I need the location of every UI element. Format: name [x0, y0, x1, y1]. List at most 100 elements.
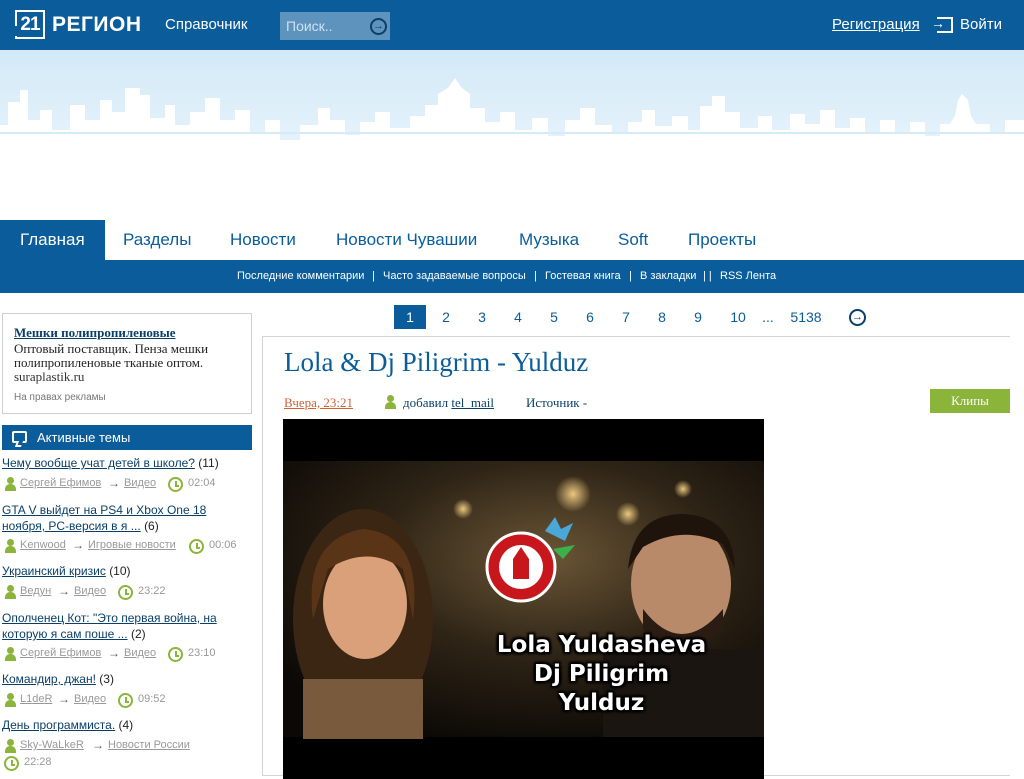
topic-title[interactable]: День программиста. — [2, 718, 115, 732]
arrow-icon: → — [58, 584, 70, 598]
topic-time: 09:52 — [138, 693, 166, 705]
topic-item: GTA V выйдет на PS4 и Xbox One 18 ноября… — [2, 502, 252, 534]
topic-meta: Сергей Ефимов → Видео 02:04 — [2, 476, 252, 492]
topic-count: (11) — [198, 456, 219, 470]
topic-time: 23:22 — [138, 585, 166, 597]
nav-item-music[interactable]: Музыка — [519, 220, 579, 260]
page-link[interactable]: 5 — [546, 305, 562, 329]
logo-number: 21 — [14, 10, 45, 39]
main-navigation: Главная Разделы Новости Новости Чувашии … — [0, 220, 1024, 260]
topic-section[interactable]: Игровые новости — [88, 539, 176, 551]
category-badge[interactable]: Клипы — [930, 389, 1010, 413]
ad-text: Оптовый поставщик. Пенза мешки полипропи… — [14, 341, 209, 370]
subnav-faq[interactable]: Часто задаваемые вопросы — [383, 270, 526, 282]
nav-item-projects[interactable]: Проекты — [688, 220, 756, 260]
topic-user[interactable]: Сергей Ефимов — [20, 647, 101, 659]
video-caption-line: Lola Yuldasheva — [496, 632, 707, 658]
clock-icon — [4, 756, 19, 771]
arrow-right-circle-icon[interactable]: → — [849, 309, 866, 326]
topic-item: День программиста. (4) — [2, 718, 252, 732]
clock-icon — [118, 585, 133, 600]
topic-section[interactable]: Видео — [124, 477, 156, 489]
topic-title[interactable]: Ополченец Кот: "Это первая война, на кот… — [2, 611, 217, 641]
arrow-right-circle-icon[interactable]: → — [370, 18, 387, 35]
page-link[interactable]: 8 — [654, 305, 670, 329]
chat-bubble-icon — [12, 431, 27, 443]
article-title[interactable]: Lola & Dj Piligrim - Yulduz — [284, 347, 588, 378]
city-skyline-illustration — [0, 50, 1024, 220]
sign-in-icon — [931, 15, 953, 33]
nav-item-news[interactable]: Новости — [230, 220, 296, 260]
topic-count: (3) — [99, 672, 114, 686]
topic-user[interactable]: Sky-WaLkeR — [20, 739, 84, 751]
active-topics-header: Активные темы — [2, 425, 252, 450]
subnav-guestbook[interactable]: Гостевая книга — [545, 270, 621, 282]
subnav-rss[interactable]: RSS Лента — [720, 270, 776, 282]
topic-user[interactable]: Ведун — [20, 585, 51, 597]
article-source: Источник - — [526, 395, 588, 410]
topic-section[interactable]: Видео — [74, 693, 106, 705]
video-frame-illustration — [283, 419, 764, 779]
nav-item-soft[interactable]: Soft — [618, 220, 648, 260]
topic-user[interactable]: Сергей Ефимов — [20, 477, 101, 489]
topic-section[interactable]: Видео — [124, 647, 156, 659]
search-box: → — [280, 12, 390, 40]
topic-title[interactable]: Украинский кризис — [2, 564, 106, 578]
site-logo[interactable]: 21 РЕГИОН — [14, 10, 142, 39]
topic-user[interactable]: L1deR — [20, 693, 52, 705]
user-icon — [4, 647, 17, 661]
arrow-icon: → — [108, 476, 120, 490]
topic-section[interactable]: Видео — [74, 585, 106, 597]
user-icon — [4, 739, 17, 753]
topic-title[interactable]: GTA V выйдет на PS4 и Xbox One 18 ноября… — [2, 503, 206, 533]
page-link-last[interactable]: 5138 — [788, 305, 824, 329]
topic-time: 02:04 — [188, 477, 216, 489]
ad-title[interactable]: Мешки полипропиленовые — [14, 325, 240, 341]
topic-item: Чему вообще учат детей в школе? (11) — [2, 456, 252, 470]
register-link[interactable]: Регистрация — [832, 16, 920, 33]
clock-icon — [168, 647, 183, 662]
page-link[interactable]: 6 — [582, 305, 598, 329]
topic-time: 22:28 — [24, 756, 52, 768]
page-link[interactable]: 10 — [728, 305, 748, 329]
topic-count: (10) — [109, 564, 131, 578]
video-thumbnail[interactable]: Lola Yuldasheva Dj Piligrim Yulduz — [283, 419, 764, 779]
directory-link[interactable]: Справочник — [165, 16, 248, 33]
page-link[interactable]: 7 — [618, 305, 634, 329]
author-link[interactable]: tel_mail — [451, 395, 494, 410]
subnav-latest-comments[interactable]: Последние комментарии — [237, 270, 364, 282]
clock-icon — [168, 477, 183, 492]
topic-meta: Сергей Ефимов → Видео 23:10 — [2, 646, 252, 662]
nav-item-sections[interactable]: Разделы — [123, 220, 191, 260]
page-link[interactable]: 4 — [510, 305, 526, 329]
added-by-label: добавил — [403, 395, 449, 410]
topic-time: 23:10 — [188, 647, 216, 659]
user-icon — [4, 693, 17, 707]
page-link[interactable]: 9 — [690, 305, 706, 329]
subnav-bookmarks[interactable]: В закладки — [640, 270, 696, 282]
subnav-separator: | | — [703, 270, 712, 282]
page-link[interactable]: 3 — [474, 305, 490, 329]
login-link[interactable]: Войти — [931, 15, 1002, 34]
subnav-separator: | — [372, 270, 375, 282]
video-caption-line: Yulduz — [558, 690, 645, 716]
topic-section[interactable]: Новости России — [108, 739, 190, 751]
topic-title[interactable]: Командир, джан! — [2, 672, 96, 686]
page-link[interactable]: 2 — [438, 305, 454, 329]
nav-item-home[interactable]: Главная — [0, 220, 105, 260]
topic-title[interactable]: Чему вообще учат детей в школе? — [2, 456, 195, 470]
ad-url[interactable]: suraplastik.ru — [14, 370, 240, 384]
ad-block: Мешки полипропиленовые Оптовый поставщик… — [2, 313, 252, 414]
login-label: Войти — [960, 16, 1002, 33]
search-input[interactable] — [280, 12, 366, 40]
user-icon — [4, 585, 17, 599]
article-author: добавил tel_mail — [385, 395, 494, 411]
nav-item-chuvashia-news[interactable]: Новости Чувашии — [336, 220, 477, 260]
topic-time: 00:06 — [209, 539, 237, 551]
article-date[interactable]: Вчера, 23:21 — [284, 395, 353, 411]
clock-icon — [118, 693, 133, 708]
topic-user[interactable]: Kenwood — [20, 539, 66, 551]
topic-item: Ополченец Кот: "Это первая война, на кот… — [2, 610, 252, 642]
user-icon — [4, 539, 17, 553]
topic-meta: L1deR → Видео 09:52 — [2, 692, 252, 708]
